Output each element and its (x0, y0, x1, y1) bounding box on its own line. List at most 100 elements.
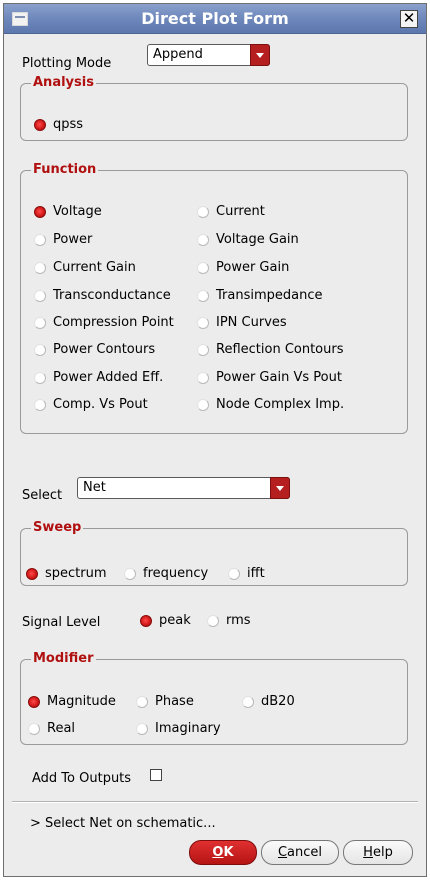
plotting-mode-value: Append (153, 47, 203, 62)
select-value: Net (83, 480, 106, 495)
radio-label: Transconductance (53, 288, 171, 303)
radio-label: qpss (53, 117, 84, 132)
radio-function-power[interactable]: Power (34, 232, 92, 247)
radio-label: spectrum (45, 566, 107, 581)
radio-unselected-icon[interactable] (197, 205, 209, 218)
radio-sweep-ifft[interactable]: ifft (228, 566, 265, 581)
radio-label: Node Complex Imp. (216, 397, 345, 412)
radio-label: Power Gain Vs Pout (216, 370, 342, 385)
radio-function-ipn-curves[interactable]: IPN Curves (197, 315, 287, 330)
radio-label: Power Added Eff. (53, 370, 164, 385)
direct-plot-form-window: Direct Plot Form ✕ Plotting Mode Append … (3, 3, 427, 877)
radio-sweep-frequency[interactable]: frequency (124, 566, 208, 581)
radio-label: Power Contours (53, 342, 156, 357)
chevron-down-icon[interactable] (270, 477, 290, 499)
radio-function-power-contours[interactable]: Power Contours (34, 342, 155, 357)
radio-analysis-qpss[interactable]: qpss (34, 117, 83, 132)
radio-function-voltage-gain[interactable]: Voltage Gain (197, 232, 299, 247)
radio-label: Voltage Gain (216, 232, 299, 247)
radio-label: Transimpedance (216, 288, 323, 303)
radio-unselected-icon[interactable] (124, 567, 136, 580)
radio-modifier-phase[interactable]: Phase (136, 694, 194, 709)
cancel-button[interactable]: Cancel (261, 840, 339, 865)
radio-unselected-icon[interactable] (34, 398, 46, 411)
radio-sweep-spectrum[interactable]: spectrum (26, 566, 107, 581)
radio-signal-rms[interactable]: rms (207, 613, 251, 628)
radio-function-node-complex-imp[interactable]: Node Complex Imp. (197, 397, 344, 412)
window-title: Direct Plot Form (141, 9, 289, 28)
radio-unselected-icon[interactable] (197, 289, 209, 302)
analysis-title: Analysis (31, 75, 96, 91)
radio-function-reflection-contours[interactable]: Reflection Contours (197, 342, 344, 357)
radio-selected-icon[interactable] (28, 695, 40, 708)
radio-function-power-gain-vs-pout[interactable]: Power Gain Vs Pout (197, 370, 342, 385)
radio-unselected-icon[interactable] (136, 695, 148, 708)
radio-unselected-icon[interactable] (207, 614, 219, 627)
radio-label: Power (53, 232, 93, 247)
status-message: > Select Net on schematic... (30, 816, 216, 831)
cancel-label-rest: ancel (287, 845, 323, 860)
radio-selected-icon[interactable] (140, 614, 152, 627)
radio-label: peak (159, 613, 191, 628)
radio-function-transimpedance[interactable]: Transimpedance (197, 288, 322, 303)
radio-function-power-gain[interactable]: Power Gain (197, 260, 289, 275)
title-bar[interactable]: Direct Plot Form ✕ (4, 4, 426, 34)
chevron-down-icon[interactable] (250, 44, 270, 66)
radio-function-transconductance[interactable]: Transconductance (34, 288, 171, 303)
radio-label: Compression Point (53, 315, 174, 330)
radio-label: Real (47, 721, 76, 736)
radio-signal-peak[interactable]: peak (140, 613, 191, 628)
close-icon[interactable]: ✕ (400, 10, 418, 28)
radio-label: Current Gain (53, 260, 136, 275)
divider (12, 801, 418, 803)
radio-selected-icon[interactable] (34, 205, 46, 218)
radio-modifier-magnitude[interactable]: Magnitude (28, 694, 116, 709)
radio-selected-icon[interactable] (26, 567, 38, 580)
radio-unselected-icon[interactable] (28, 722, 40, 735)
radio-function-current[interactable]: Current (197, 204, 265, 219)
radio-unselected-icon[interactable] (197, 371, 209, 384)
radio-function-voltage[interactable]: Voltage (34, 204, 102, 219)
radio-unselected-icon[interactable] (228, 567, 240, 580)
radio-unselected-icon[interactable] (34, 289, 46, 302)
radio-function-current-gain[interactable]: Current Gain (34, 260, 136, 275)
radio-unselected-icon[interactable] (34, 261, 46, 274)
ok-button[interactable]: OK (189, 840, 257, 865)
radio-unselected-icon[interactable] (242, 695, 254, 708)
radio-unselected-icon[interactable] (197, 398, 209, 411)
ok-label-rest: K (223, 845, 234, 860)
analysis-group: Analysis (20, 75, 408, 141)
select-dropdown[interactable]: Net (77, 477, 290, 499)
radio-label: Current (216, 204, 265, 219)
radio-unselected-icon[interactable] (197, 233, 209, 246)
radio-unselected-icon[interactable] (197, 316, 209, 329)
add-to-outputs-checkbox[interactable] (150, 769, 162, 781)
help-button[interactable]: Help (343, 840, 413, 865)
radio-function-comp-vs-pout[interactable]: Comp. Vs Pout (34, 397, 148, 412)
radio-unselected-icon[interactable] (197, 261, 209, 274)
radio-label: Reflection Contours (216, 342, 344, 357)
help-mnemonic: H (363, 845, 373, 860)
radio-modifier-imaginary[interactable]: Imaginary (136, 721, 221, 736)
radio-modifier-real[interactable]: Real (28, 721, 75, 736)
radio-unselected-icon[interactable] (34, 371, 46, 384)
radio-function-compression-point[interactable]: Compression Point (34, 315, 174, 330)
radio-label: Phase (155, 694, 194, 709)
function-title: Function (31, 162, 99, 178)
radio-modifier-db20[interactable]: dB20 (242, 694, 295, 709)
radio-unselected-icon[interactable] (34, 343, 46, 356)
help-label-rest: elp (372, 845, 393, 860)
plotting-mode-label: Plotting Mode (22, 56, 112, 71)
radio-label: ifft (247, 566, 265, 581)
radio-unselected-icon[interactable] (34, 316, 46, 329)
signal-level-label: Signal Level (22, 615, 101, 630)
radio-unselected-icon[interactable] (136, 722, 148, 735)
plotting-mode-dropdown[interactable]: Append (147, 44, 270, 66)
radio-unselected-icon[interactable] (197, 343, 209, 356)
radio-label: frequency (143, 566, 209, 581)
radio-unselected-icon[interactable] (34, 233, 46, 246)
radio-function-power-added-eff[interactable]: Power Added Eff. (34, 370, 163, 385)
ok-mnemonic: O (212, 845, 224, 860)
radio-label: Magnitude (47, 694, 116, 709)
radio-selected-icon[interactable] (34, 118, 46, 131)
